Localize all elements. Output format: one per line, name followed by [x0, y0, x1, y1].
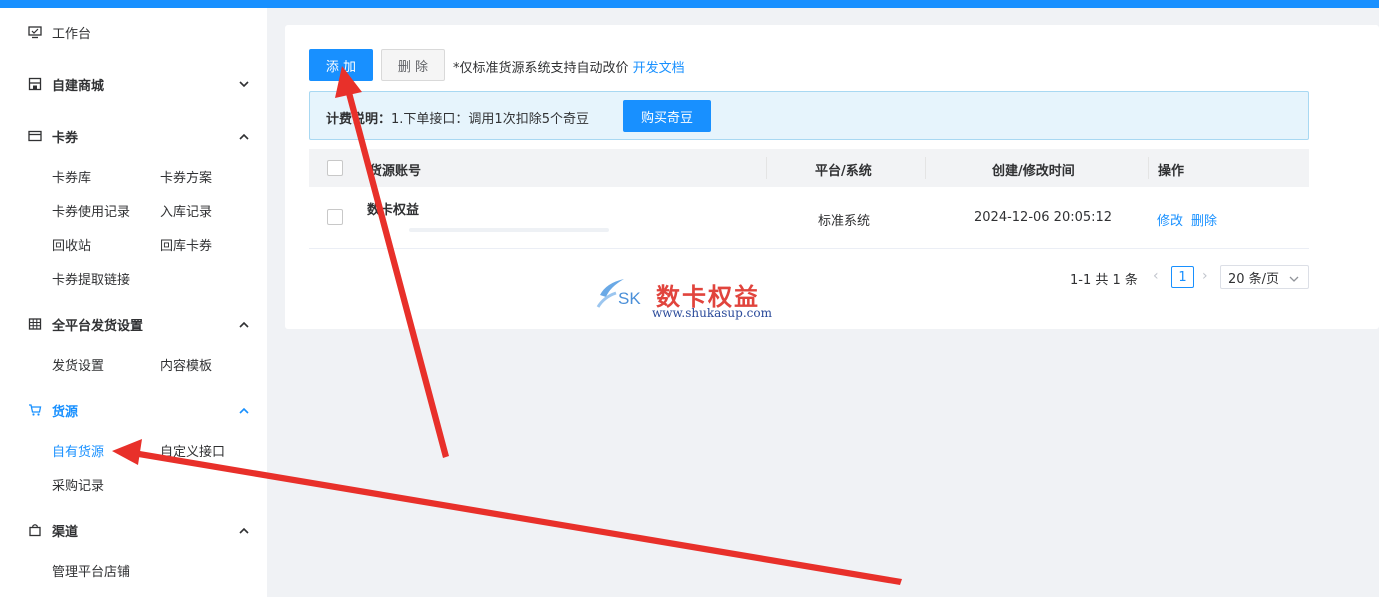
logo-url: www.shukasup.com [652, 306, 772, 320]
auto-price-note: *仅标准货源系统支持自动改价 [453, 61, 629, 76]
page-size-value: 20 条/页 [1228, 271, 1280, 287]
grid-icon [28, 317, 42, 331]
chevron-down-icon [238, 78, 250, 90]
table-header: 货源账号 平台/系统 创建/修改时间 操作 [309, 149, 1309, 187]
add-button[interactable]: 添 加 [309, 49, 373, 81]
select-all-checkbox[interactable] [327, 160, 343, 176]
monitor-icon [28, 25, 42, 39]
top-accent-bar [0, 0, 1379, 8]
column-header: 操作 [1158, 164, 1185, 179]
supply-account: 数卡权益 [367, 203, 420, 218]
sidebar-group-self-mall[interactable]: 自建商城 [0, 66, 267, 102]
sidebar-item-coupon-usage[interactable]: 卡券使用记录 [52, 201, 130, 220]
sidebar-item-own-supply[interactable]: 自有货源 [52, 441, 104, 460]
sidebar-group-label: 全平台发货设置 [52, 318, 144, 334]
sidebar-item-stock-in[interactable]: 入库记录 [160, 201, 212, 220]
sidebar-item-coupon-library[interactable]: 卡券库 [52, 167, 91, 186]
sidebar-group-coupon[interactable]: 卡券 [0, 118, 267, 154]
sidebar-group-label: 卡券 [52, 130, 79, 146]
sidebar-item-recycle-bin[interactable]: 回收站 [52, 235, 91, 254]
buy-beans-button[interactable]: 购买奇豆 [623, 100, 711, 132]
column-header: 货源账号 [369, 164, 422, 179]
sidebar-item-returned-coupons[interactable]: 回库卡券 [160, 235, 212, 254]
sidebar-group-supply[interactable]: 货源 [0, 392, 267, 428]
sidebar-item-coupon-plan[interactable]: 卡券方案 [160, 167, 212, 186]
logo-text: SK [618, 289, 641, 308]
watermark-logo: SK 数卡权益 www.shukasup.com [596, 275, 796, 325]
sidebar-item-extract-link[interactable]: 卡券提取链接 [52, 269, 130, 288]
chevron-up-icon [238, 130, 250, 142]
platform-cell: 标准系统 [818, 214, 871, 229]
column-header: 创建/修改时间 [992, 164, 1075, 179]
chevron-up-icon [238, 524, 250, 536]
sidebar-item-manage-stores[interactable]: 管理平台店铺 [52, 561, 130, 580]
sidebar: 工作台 自建商城 卡券 卡券库 卡券方案 卡券使用记录 入库记录 回收站 回库卡… [0, 8, 267, 597]
sidebar-item-workbench[interactable]: 工作台 [0, 14, 267, 50]
billing-label: 计费说明： [326, 112, 392, 127]
pagination-summary: 1-1 共 1 条 [1070, 273, 1138, 288]
page-number[interactable]: 1 [1171, 266, 1194, 288]
next-page-icon[interactable]: › [1202, 268, 1208, 284]
time-cell: 2024-12-06 20:05:12 [974, 210, 1113, 225]
cart-icon [28, 403, 42, 417]
row-checkbox[interactable] [327, 209, 343, 225]
billing-detail: 1.下单接口：调用1次扣除5个奇豆 [391, 112, 589, 127]
toolbar-note: *仅标准货源系统支持自动改价 开发文档 [453, 57, 685, 76]
column-divider [766, 157, 767, 179]
table-row: 数卡权益 标准系统 2024-12-06 20:05:12 修改 删除 [309, 187, 1309, 249]
chevron-down-icon [1289, 272, 1299, 287]
delete-link[interactable]: 删除 [1191, 214, 1217, 229]
billing-info-text: 计费说明：1.下单接口：调用1次扣除5个奇豆 [326, 108, 589, 127]
sidebar-group-label: 渠道 [52, 524, 79, 540]
sidebar-group-delivery[interactable]: 全平台发货设置 [0, 306, 267, 342]
sidebar-item-purchase-records[interactable]: 采购记录 [52, 475, 104, 494]
chevron-up-icon [238, 404, 250, 416]
actions-cell: 修改 删除 [1157, 210, 1225, 229]
column-header: 平台/系统 [815, 164, 872, 179]
bag-icon [28, 523, 42, 537]
billing-info-bar: 计费说明：1.下单接口：调用1次扣除5个奇豆 [309, 91, 1309, 140]
dev-docs-link[interactable]: 开发文档 [633, 61, 685, 76]
sidebar-item-label: 工作台 [52, 26, 92, 42]
prev-page-icon[interactable]: ‹ [1153, 268, 1159, 284]
sidebar-group-label: 自建商城 [52, 78, 105, 94]
sidebar-group-label: 货源 [52, 404, 79, 420]
page-size-select[interactable]: 20 条/页 [1220, 265, 1309, 289]
chevron-up-icon [238, 318, 250, 330]
card-icon [28, 129, 42, 143]
store-icon [28, 77, 42, 91]
sidebar-group-channel[interactable]: 渠道 [0, 512, 267, 548]
edit-link[interactable]: 修改 [1157, 214, 1183, 229]
blurred-detail [409, 228, 609, 232]
delete-button[interactable]: 删 除 [381, 49, 445, 81]
sidebar-item-content-template[interactable]: 内容模板 [160, 355, 212, 374]
sidebar-item-custom-api[interactable]: 自定义接口 [160, 441, 225, 460]
column-divider [925, 157, 926, 179]
column-divider [1148, 157, 1149, 179]
sidebar-item-delivery-settings[interactable]: 发货设置 [52, 355, 104, 374]
